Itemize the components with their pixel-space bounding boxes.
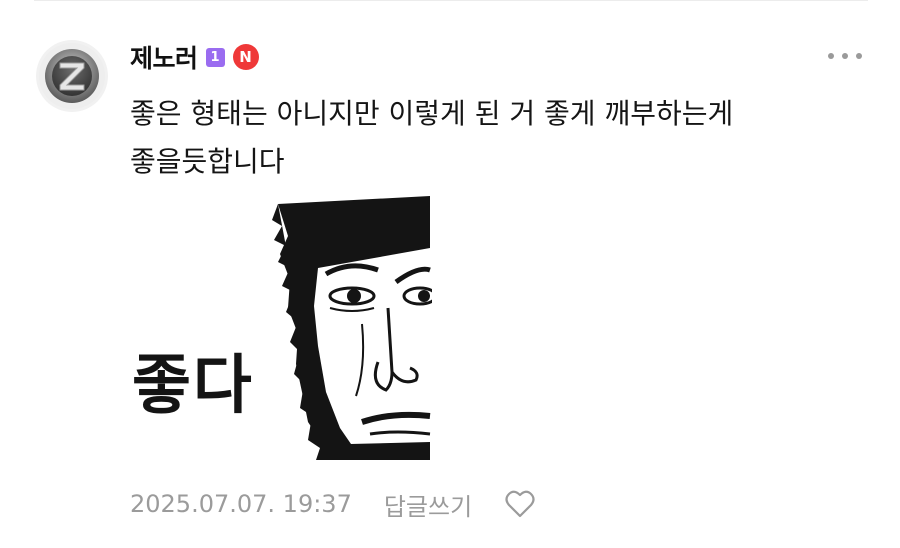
top-divider <box>34 0 868 1</box>
z-logo-icon <box>39 43 105 109</box>
level-badge: 1 <box>205 47 225 67</box>
timestamp: 2025.07.07. 19:37 <box>130 490 352 518</box>
more-dot <box>842 53 848 59</box>
more-dot <box>828 53 834 59</box>
new-badge: N <box>232 44 259 70</box>
comment-line-1: 좋은 형태는 아니지만 이렇게 된 거 좋게 깨부하는게 <box>130 97 734 130</box>
sticker-caption: 좋다 <box>132 348 254 423</box>
sticker-image[interactable]: 좋다 <box>130 196 438 460</box>
heart-outline-icon <box>505 490 535 518</box>
comment-footer: 2025.07.07. 19:37 답글쓰기 <box>130 484 536 524</box>
comment-line-2: 좋을듯합니다 <box>130 145 285 178</box>
like-button[interactable] <box>504 488 536 520</box>
more-options-button[interactable] <box>828 44 862 68</box>
comment-header: 제노러 1 N <box>130 40 259 74</box>
more-dot <box>856 53 862 59</box>
author-avatar[interactable] <box>36 40 108 112</box>
author-name[interactable]: 제노러 <box>130 39 198 75</box>
reply-button[interactable]: 답글쓰기 <box>384 487 472 522</box>
comment-text: 좋은 형태는 아니지만 이렇게 된 거 좋게 깨부하는게 좋을듯합니다 <box>130 90 860 186</box>
